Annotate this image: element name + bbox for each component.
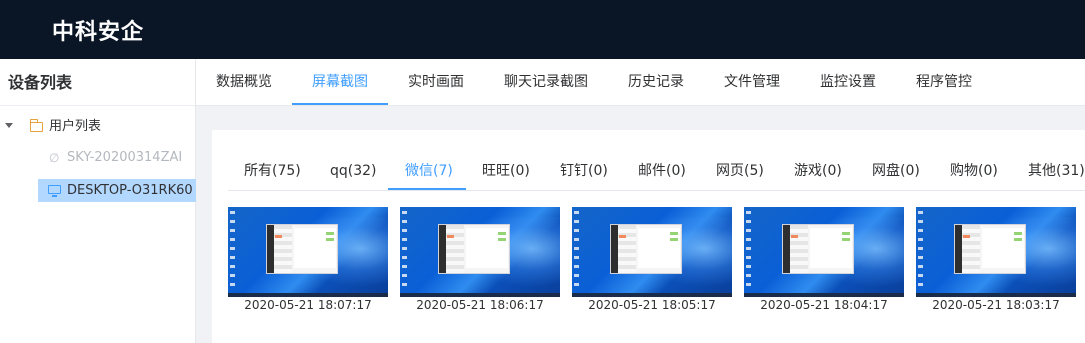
sidebar-title: 设备列表 — [0, 59, 195, 106]
tab-screenshots[interactable]: 屏幕截图 — [312, 59, 368, 106]
active-filter-indicator — [388, 188, 466, 190]
chat-window-preview — [954, 224, 1026, 274]
screenshot-thumbnail[interactable] — [572, 207, 732, 297]
taskbar — [400, 293, 560, 297]
desktop-icons — [918, 211, 923, 287]
link-icon: ∅ — [49, 151, 60, 165]
screenshot-thumbnail[interactable] — [400, 207, 560, 297]
screenshot-thumbnail[interactable] — [228, 207, 388, 297]
sidebar: 设备列表 用户列表 ∅ SKY-20200314ZAI DESKTOP-O31R… — [0, 59, 196, 343]
screenshot-timestamp: 2020-05-21 18:04:17 — [760, 298, 888, 312]
taskbar — [744, 293, 904, 297]
filter-tab-other[interactable]: 其他(31) — [1028, 159, 1085, 183]
filter-tab-shopping[interactable]: 购物(0) — [950, 159, 998, 183]
screenshot-thumbnail[interactable] — [916, 207, 1076, 297]
desktop-icons — [402, 211, 407, 287]
main-tab-bar: 数据概览 屏幕截图 实时画面 聊天记录截图 历史记录 文件管理 监控设置 程序管… — [196, 59, 1085, 106]
tree-node-user-list[interactable]: 用户列表 — [0, 115, 196, 139]
chat-window-preview — [266, 224, 338, 274]
folder-icon — [30, 119, 43, 132]
top-bar: 中科安企 — [0, 0, 1085, 59]
tab-history[interactable]: 历史记录 — [628, 59, 684, 106]
tree-node-label: 用户列表 — [49, 119, 102, 134]
screenshot-timestamp: 2020-05-21 18:06:17 — [416, 298, 544, 312]
brand-logo-text: 中科安企 — [52, 20, 145, 45]
tree-node-device-offline[interactable]: ∅ SKY-20200314ZAI — [0, 146, 196, 170]
desktop-icons — [746, 211, 751, 287]
active-tab-indicator — [292, 103, 388, 105]
screenshot-timestamp: 2020-05-21 18:03:17 — [932, 298, 1060, 312]
filter-tab-email[interactable]: 邮件(0) — [638, 159, 686, 183]
screenshot-timestamp: 2020-05-21 18:07:17 — [244, 298, 372, 312]
tab-data-overview[interactable]: 数据概览 — [216, 59, 272, 106]
filter-tab-qq[interactable]: qq(32) — [330, 159, 377, 183]
chat-window-preview — [438, 224, 510, 274]
tab-live-view[interactable]: 实时画面 — [408, 59, 464, 106]
tab-file-management[interactable]: 文件管理 — [724, 59, 780, 106]
filter-tab-all[interactable]: 所有(75) — [244, 159, 301, 183]
screenshot-thumbnail[interactable] — [744, 207, 904, 297]
tab-chat-screenshots[interactable]: 聊天记录截图 — [504, 59, 588, 106]
chat-window-preview — [610, 224, 682, 274]
tree-node-device-selected[interactable]: DESKTOP-O31RK60 — [38, 179, 196, 202]
tab-monitor-settings[interactable]: 监控设置 — [820, 59, 876, 106]
taskbar — [916, 293, 1076, 297]
filter-tab-cloud-drive[interactable]: 网盘(0) — [872, 159, 920, 183]
screenshot-timestamp: 2020-05-21 18:05:17 — [588, 298, 716, 312]
chat-window-preview — [782, 224, 854, 274]
filter-tab-wechat[interactable]: 微信(7) — [405, 159, 453, 183]
screenshot-panel: 所有(75) qq(32) 微信(7) 旺旺(0) 钉钉(0) 邮件(0) 网页… — [212, 130, 1085, 343]
filter-tab-dingtalk[interactable]: 钉钉(0) — [560, 159, 608, 183]
tab-program-control[interactable]: 程序管控 — [916, 59, 972, 106]
taskbar — [228, 293, 388, 297]
desktop-icons — [574, 211, 579, 287]
filter-tab-wangwang[interactable]: 旺旺(0) — [482, 159, 530, 183]
filter-tab-web[interactable]: 网页(5) — [716, 159, 764, 183]
device-label: SKY-20200314ZAI — [67, 150, 183, 165]
filter-tab-games[interactable]: 游戏(0) — [794, 159, 842, 183]
taskbar — [572, 293, 732, 297]
caret-down-icon[interactable] — [5, 123, 13, 128]
monitor-icon — [48, 185, 61, 197]
desktop-icons — [230, 211, 235, 287]
filter-tabs-divider — [228, 190, 1085, 191]
device-label: DESKTOP-O31RK60 — [67, 183, 193, 198]
